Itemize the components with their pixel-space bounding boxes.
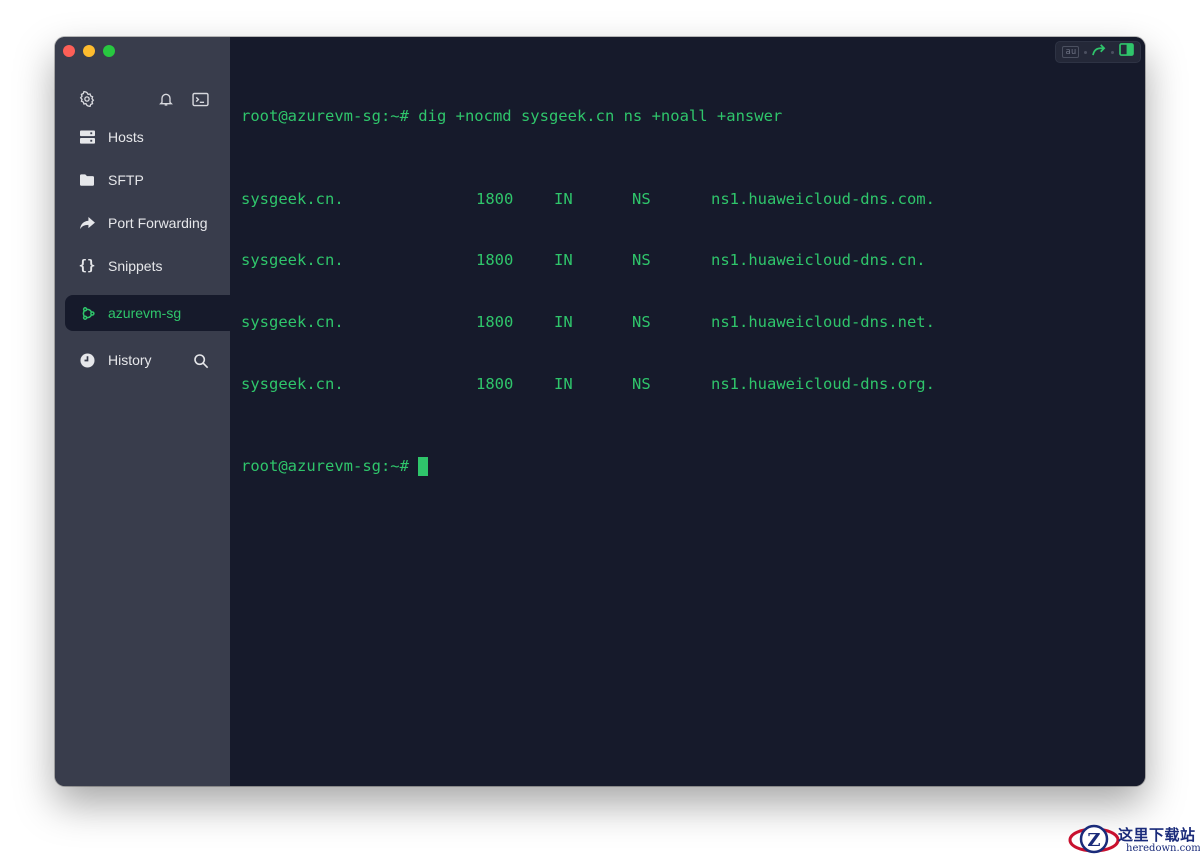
record-value: ns1.huaweicloud-dns.net.	[711, 313, 935, 332]
record-class: IN	[554, 313, 573, 332]
forward-arrow-icon	[78, 214, 96, 232]
dns-record-row: sysgeek.cn. 1800 IN NS ns1.huaweicloud-d…	[241, 374, 935, 395]
sidebar-item-label: Port Forwarding	[108, 215, 208, 231]
terminal-pane[interactable]: au root@azurevm-sg:~# dig +nocmd sysgeek…	[230, 37, 1145, 786]
bell-icon[interactable]	[157, 90, 175, 108]
record-class: IN	[554, 189, 573, 208]
text-cursor	[418, 457, 429, 477]
sidebar-item-label: History	[108, 352, 152, 368]
record-name: sysgeek.cn.	[241, 374, 344, 393]
record-value: ns1.huaweicloud-dns.org.	[711, 374, 935, 393]
sidebar: Hosts SFTP Port Forwarding {} Snippets a…	[55, 37, 230, 786]
ubuntu-icon	[78, 304, 96, 322]
dns-record-row: sysgeek.cn. 1800 IN NS ns1.huaweicloud-d…	[241, 312, 935, 333]
search-icon[interactable]	[192, 352, 210, 370]
share-arrow-icon[interactable]	[1092, 43, 1106, 61]
sidebar-item-label: SFTP	[108, 172, 144, 188]
record-type: NS	[632, 313, 651, 332]
zoom-window-button[interactable]	[103, 45, 115, 57]
toolbar-separator	[1110, 50, 1114, 54]
braces-icon: {}	[78, 258, 96, 274]
sidebar-item-snippets[interactable]: {} Snippets	[55, 248, 230, 284]
record-ttl: 1800	[476, 189, 514, 208]
record-ttl: 1800	[476, 374, 514, 393]
folder-icon	[78, 171, 96, 189]
split-pane-icon[interactable]	[1118, 43, 1134, 61]
record-name: sysgeek.cn.	[241, 251, 344, 270]
watermark-logo-icon: Z	[1068, 824, 1120, 854]
record-type: NS	[632, 374, 651, 393]
record-class: IN	[554, 251, 573, 270]
prompt-text: root@azurevm-sg:~#	[241, 457, 419, 476]
sidebar-item-session-azurevm-sg[interactable]: azurevm-sg	[65, 295, 230, 331]
record-name: sysgeek.cn.	[241, 313, 344, 332]
dns-record-row: sysgeek.cn. 1800 IN NS ns1.huaweicloud-d…	[241, 250, 926, 271]
sidebar-item-label: Hosts	[108, 129, 144, 145]
record-value: ns1.huaweicloud-dns.com.	[711, 189, 935, 208]
clock-icon	[78, 351, 96, 369]
sidebar-top-actions	[78, 90, 210, 110]
record-ttl: 1800	[476, 251, 514, 270]
record-ttl: 1800	[476, 313, 514, 332]
window-controls	[63, 45, 115, 57]
prompt-line[interactable]: root@azurevm-sg:~#	[241, 456, 782, 477]
watermark-site-en: heredown.com	[1126, 843, 1200, 854]
record-type: NS	[632, 251, 651, 270]
minimize-window-button[interactable]	[83, 45, 95, 57]
sidebar-item-sftp[interactable]: SFTP	[55, 162, 230, 198]
input-mode-indicator[interactable]: au	[1062, 46, 1080, 58]
command-line: root@azurevm-sg:~# dig +nocmd sysgeek.cn…	[241, 107, 783, 126]
record-type: NS	[632, 189, 651, 208]
app-window: Hosts SFTP Port Forwarding {} Snippets a…	[55, 37, 1145, 786]
sidebar-item-port-forwarding[interactable]: Port Forwarding	[55, 205, 230, 241]
record-name: sysgeek.cn.	[241, 189, 344, 208]
sidebar-item-label: Snippets	[108, 258, 163, 274]
terminal-icon[interactable]	[191, 90, 209, 108]
session-label: azurevm-sg	[108, 305, 182, 321]
record-value: ns1.huaweicloud-dns.cn.	[711, 251, 926, 270]
terminal-toolbar: au	[1055, 41, 1141, 63]
watermark-site-cn: 这里下载站	[1118, 826, 1196, 844]
dns-record-row: sysgeek.cn. 1800 IN NS ns1.huaweicloud-d…	[241, 189, 935, 210]
record-class: IN	[554, 374, 573, 393]
server-icon	[78, 128, 96, 146]
terminal-output: root@azurevm-sg:~# dig +nocmd sysgeek.cn…	[241, 65, 935, 518]
svg-text:Z: Z	[1087, 830, 1100, 851]
toolbar-separator	[1084, 50, 1088, 54]
gear-icon[interactable]	[78, 90, 96, 108]
close-window-button[interactable]	[63, 45, 75, 57]
site-watermark: Z 这里下载站 heredown.com	[1066, 820, 1200, 858]
sidebar-item-hosts[interactable]: Hosts	[55, 119, 230, 155]
